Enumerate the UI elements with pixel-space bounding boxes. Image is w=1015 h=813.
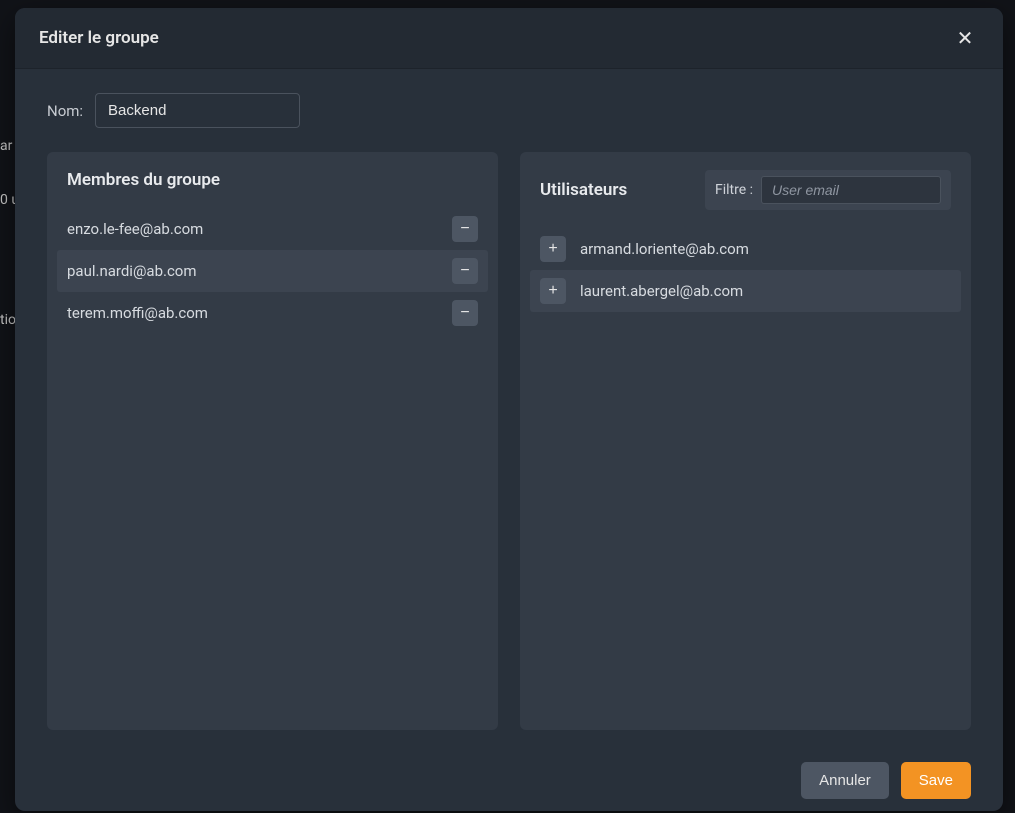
member-row: terem.moffi@ab.com − [57,292,488,334]
bg-frag: tio [0,312,16,328]
save-button[interactable]: Save [901,762,971,799]
user-filter-input[interactable] [761,176,941,204]
modal-footer: Annuler Save [15,746,1003,811]
remove-member-button[interactable]: − [452,216,478,242]
group-name-input[interactable] [95,93,300,128]
add-user-button[interactable]: + [540,278,566,304]
cancel-button[interactable]: Annuler [801,762,889,799]
member-row: paul.nardi@ab.com − [57,250,488,292]
minus-icon: − [460,221,469,237]
user-row: + laurent.abergel@ab.com [530,270,961,312]
add-user-button[interactable]: + [540,236,566,262]
member-email: terem.moffi@ab.com [67,304,438,322]
panels: Membres du groupe enzo.le-fee@ab.com − p… [47,152,971,730]
member-email: enzo.le-fee@ab.com [67,220,438,238]
user-email: armand.loriente@ab.com [580,240,951,258]
members-panel-title: Membres du groupe [67,170,220,190]
filter-label: Filtre : [715,182,753,198]
members-panel-header: Membres du groupe [47,152,498,208]
users-panel-title: Utilisateurs [540,180,627,200]
edit-group-modal: Editer le groupe ✕ Nom: Membres du group… [15,8,1003,811]
name-label: Nom: [47,102,83,120]
minus-icon: − [460,305,469,321]
member-email: paul.nardi@ab.com [67,262,438,280]
plus-icon: + [548,283,557,299]
member-row: enzo.le-fee@ab.com − [57,208,488,250]
members-list: enzo.le-fee@ab.com − paul.nardi@ab.com −… [47,208,498,730]
members-panel: Membres du groupe enzo.le-fee@ab.com − p… [47,152,498,730]
remove-member-button[interactable]: − [452,300,478,326]
modal-header: Editer le groupe ✕ [15,8,1003,69]
modal-title: Editer le groupe [39,28,159,48]
remove-member-button[interactable]: − [452,258,478,284]
users-panel: Utilisateurs Filtre : + armand.loriente@… [520,152,971,730]
close-icon: ✕ [957,26,974,51]
filter-wrap: Filtre : [705,170,951,210]
plus-icon: + [548,241,557,257]
users-list: + armand.loriente@ab.com + laurent.aberg… [520,228,971,730]
minus-icon: − [460,263,469,279]
user-email: laurent.abergel@ab.com [580,282,951,300]
name-row: Nom: [47,93,971,128]
bg-frag: ar [0,138,12,154]
modal-body: Nom: Membres du groupe enzo.le-fee@ab.co… [15,69,1003,746]
users-panel-header: Utilisateurs Filtre : [520,152,971,228]
close-button[interactable]: ✕ [951,24,979,52]
user-row: + armand.loriente@ab.com [530,228,961,270]
